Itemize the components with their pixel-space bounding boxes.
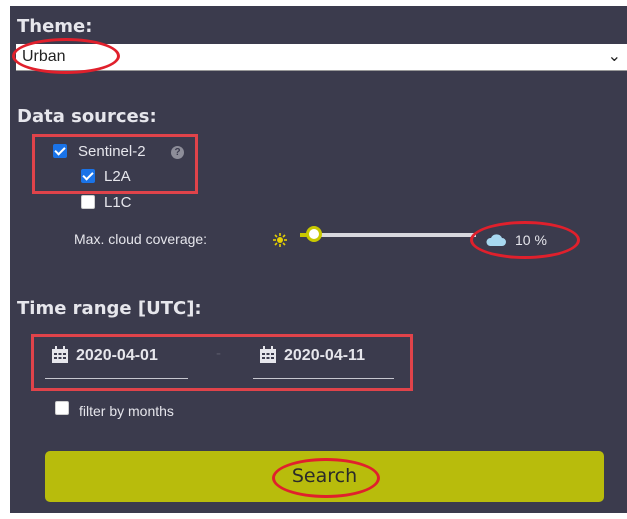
l1c-checkbox[interactable]	[81, 195, 95, 209]
theme-heading: Theme:	[17, 16, 93, 37]
annotation-oval-search	[272, 458, 380, 498]
filter-months-label: filter by months	[79, 403, 174, 419]
sidebar-panel	[10, 6, 627, 513]
data-sources-heading: Data sources:	[17, 106, 157, 127]
time-range-heading: Time range [UTC]:	[17, 298, 202, 319]
filter-months-checkbox[interactable]	[55, 401, 69, 415]
sun-icon	[272, 232, 288, 248]
annotation-box-sources	[32, 134, 198, 194]
cloud-coverage-label: Max. cloud coverage:	[74, 231, 208, 247]
cloud-slider-handle[interactable]	[306, 226, 322, 242]
chevron-down-icon: ⌄	[607, 46, 621, 65]
cloud-slider-track[interactable]	[318, 233, 476, 237]
annotation-oval-theme	[12, 38, 120, 74]
annotation-oval-cloud	[470, 221, 580, 259]
annotation-box-dates	[31, 334, 413, 391]
l1c-label: L1C	[104, 194, 132, 211]
